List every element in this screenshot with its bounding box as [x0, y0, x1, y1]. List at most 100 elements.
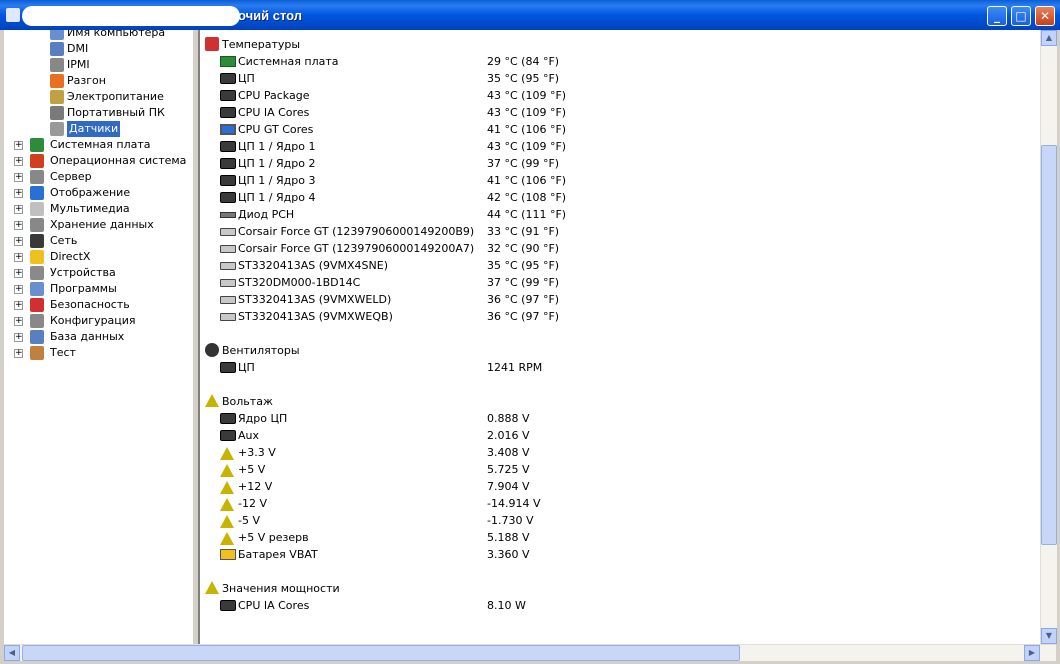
tree-item-label: Мультимедиа — [50, 202, 130, 215]
monitor-icon — [220, 124, 236, 135]
sensor-value: -1.730 V — [487, 514, 534, 527]
tree-expander-icon[interactable]: + — [14, 237, 23, 246]
disk-icon — [220, 245, 236, 253]
sensor-name: Corsair Force GT (12397906000149200A7) — [238, 242, 475, 255]
sensor-name: +3.3 V — [238, 446, 276, 459]
tri-icon — [220, 447, 234, 460]
disk-icon — [220, 313, 236, 321]
scroll-left-arrow-icon[interactable]: ◀ — [4, 645, 20, 661]
sensor-name: ST3320413AS (9VMXWELD) — [238, 293, 392, 306]
chip-icon — [220, 175, 236, 186]
tree-expander-icon[interactable]: + — [14, 253, 23, 262]
tree-expander-icon[interactable]: + — [14, 157, 23, 166]
server-icon — [30, 170, 44, 184]
tree-item-label: Тест — [50, 346, 76, 359]
sensor-value: 1241 RPM — [487, 361, 543, 374]
title-bar[interactable]: очий стол _ □ ✕ — [0, 0, 1060, 30]
voltage-icon — [205, 394, 219, 407]
power-value-icon — [205, 581, 219, 594]
section-title: Вольтаж — [222, 395, 273, 408]
navigation-tree[interactable]: Имя компьютера DMI IPMI Разгон Электропитани… — [4, 30, 192, 644]
sensor-value: 33 °C (91 °F) — [487, 225, 560, 238]
speaker-icon — [30, 202, 44, 216]
sensor-value: -14.914 V — [487, 497, 541, 510]
ram-icon — [220, 212, 236, 218]
tree-item-label: Разгон — [67, 74, 106, 87]
chip-icon — [220, 107, 236, 118]
power-icon — [50, 90, 64, 104]
horizontal-scrollbar[interactable]: ◀ ▶ — [4, 644, 1056, 661]
redacted-title-area — [22, 6, 240, 26]
horizontal-scroll-thumb[interactable] — [22, 645, 740, 661]
app-icon[interactable] — [6, 8, 20, 22]
windows-icon — [30, 154, 44, 168]
sensor-name: Corsair Force GT (12397906000149200B9) — [238, 225, 475, 238]
tree-expander-icon[interactable]: + — [14, 189, 23, 198]
vertical-scroll-thumb[interactable] — [1041, 145, 1057, 545]
sensor-value: 5.725 V — [487, 463, 530, 476]
disk-icon — [220, 279, 236, 287]
sensor-name: -5 V — [238, 514, 260, 527]
sensor-value: 29 °C (84 °F) — [487, 55, 560, 68]
tree-expander-icon[interactable]: + — [14, 285, 23, 294]
maximize-button[interactable]: □ — [1011, 6, 1031, 26]
tree-item-label: Электропитание — [67, 90, 164, 103]
section-title: Значения мощности — [222, 582, 340, 595]
tree-item-label: Имя компьютера — [67, 30, 166, 39]
sensor-value: 36 °C (97 °F) — [487, 310, 560, 323]
battery-icon — [220, 549, 236, 560]
tree-expander-icon[interactable]: + — [14, 173, 23, 182]
vertical-scrollbar[interactable]: ▲ ▼ — [1040, 30, 1057, 644]
chip-icon — [220, 430, 236, 441]
sensor-name: ЦП 1 / Ядро 1 — [238, 140, 316, 153]
tree-expander-icon[interactable]: + — [14, 349, 23, 358]
sensor-name: CPU GT Cores — [238, 123, 314, 136]
tree-item-label: Хранение данных — [50, 218, 154, 231]
sensor-value: 0.888 V — [487, 412, 530, 425]
chip-icon — [220, 90, 236, 101]
tree-item-label: Портативный ПК — [67, 106, 165, 119]
minimize-button[interactable]: _ — [987, 6, 1007, 26]
tree-expander-icon[interactable]: + — [14, 205, 23, 214]
pane-splitter[interactable] — [192, 30, 200, 644]
sensor-list-pane[interactable]: Температуры Системная плата 29 °C (84 °F) Ц… — [200, 30, 1040, 644]
sensor-name: Aux — [238, 429, 260, 442]
sensor-name: Диод PCH — [238, 208, 295, 221]
sensor-value: 43 °C (109 °F) — [487, 89, 567, 102]
tree-item-label: Сервер — [50, 170, 92, 183]
chip-icon — [220, 192, 236, 203]
tree-expander-icon[interactable]: + — [14, 221, 23, 230]
tri-icon — [220, 515, 234, 528]
tree-item-label: DMI — [67, 42, 89, 55]
scroll-right-arrow-icon[interactable]: ▶ — [1024, 645, 1040, 661]
scroll-up-arrow-icon[interactable]: ▲ — [1041, 30, 1057, 46]
chip-icon — [220, 141, 236, 152]
shield-icon — [30, 298, 44, 312]
tree-expander-icon[interactable]: + — [14, 269, 23, 278]
section-title: Температуры — [222, 38, 301, 51]
sensor-value: 32 °C (90 °F) — [487, 242, 560, 255]
sensor-value: 3.408 V — [487, 446, 530, 459]
tree-item-label: Конфигурация — [50, 314, 136, 327]
sensor-name: ЦП — [238, 361, 255, 374]
scroll-down-arrow-icon[interactable]: ▼ — [1041, 628, 1057, 644]
tree-item-label: Безопасность — [50, 298, 130, 311]
tri-icon — [220, 464, 234, 477]
tree-expander-icon[interactable]: + — [14, 317, 23, 326]
chip-icon — [220, 73, 236, 84]
fan-icon — [205, 343, 219, 357]
chip-icon — [220, 362, 236, 373]
tree-item-label: Программы — [50, 282, 117, 295]
sensor-name: ST320DM000-1BD14C — [238, 276, 361, 289]
motherboard-icon — [30, 138, 44, 152]
tree-expander-icon[interactable]: + — [14, 141, 23, 150]
sensor-name: ЦП 1 / Ядро 2 — [238, 157, 316, 170]
close-button[interactable]: ✕ — [1035, 6, 1055, 26]
tree-item-label: DirectX — [50, 250, 91, 263]
sensor-name: CPU IA Cores — [238, 599, 310, 612]
chip-icon — [220, 600, 236, 611]
board-icon — [220, 56, 236, 67]
tree-expander-icon[interactable]: + — [14, 301, 23, 310]
tree-item-label: База данных — [50, 330, 125, 343]
tree-expander-icon[interactable]: + — [14, 333, 23, 342]
